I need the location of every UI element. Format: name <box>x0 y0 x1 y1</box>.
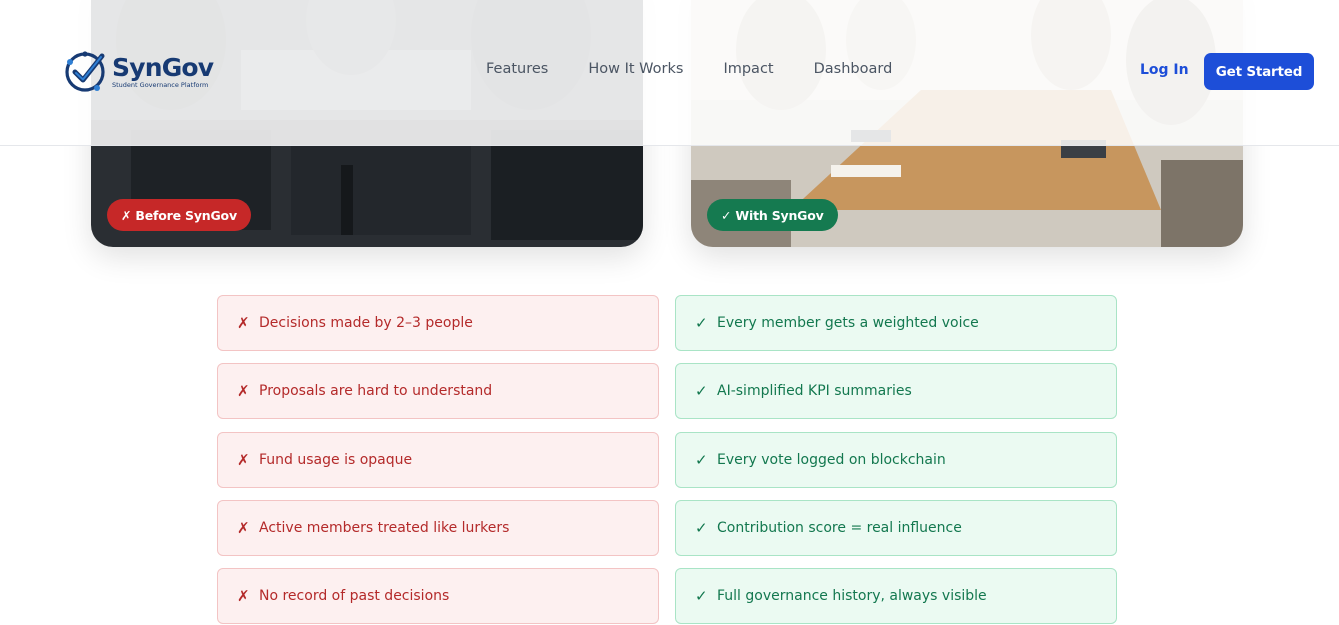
before-item-text: Fund usage is opaque <box>259 452 413 468</box>
logo[interactable]: SynGov Student Governance Platform <box>64 48 214 94</box>
before-item-text: Decisions made by 2–3 people <box>259 315 473 331</box>
before-item-text: No record of past decisions <box>259 588 450 604</box>
after-item-text: Contribution score = real influence <box>717 520 962 536</box>
before-item: ✗ Active members treated like lurkers <box>217 500 659 556</box>
after-item: ✓ Every member gets a weighted voice <box>675 295 1117 351</box>
top-navbar: SynGov Student Governance Platform Featu… <box>0 0 1339 146</box>
after-item: ✓ Every vote logged on blockchain <box>675 432 1117 488</box>
checkmark-globe-icon <box>65 51 105 92</box>
after-item: ✓ Full governance history, always visibl… <box>675 568 1117 624</box>
logo-name: SynGov <box>112 52 214 82</box>
check-icon: ✓ <box>695 519 708 537</box>
before-item-text: Active members treated like lurkers <box>259 520 510 536</box>
get-started-button[interactable]: Get Started <box>1204 53 1314 90</box>
check-icon: ✓ <box>695 382 708 400</box>
cross-icon: ✗ <box>237 314 250 332</box>
check-icon: ✓ <box>695 451 708 469</box>
login-link[interactable]: Log In <box>1140 62 1189 78</box>
after-badge: ✓ With SynGov <box>707 199 838 231</box>
logo-tagline: Student Governance Platform <box>112 80 209 89</box>
before-badge: ✗ Before SynGov <box>107 199 251 231</box>
nav-features[interactable]: Features <box>486 61 548 77</box>
cross-icon: ✗ <box>237 587 250 605</box>
after-item-text: AI-simplified KPI summaries <box>717 383 912 399</box>
before-item: ✗ Fund usage is opaque <box>217 432 659 488</box>
main-nav: Features How It Works Impact Dashboard <box>486 61 932 77</box>
after-item: ✓ Contribution score = real influence <box>675 500 1117 556</box>
before-item-text: Proposals are hard to understand <box>259 383 493 399</box>
nav-dashboard[interactable]: Dashboard <box>814 61 893 77</box>
before-item: ✗ No record of past decisions <box>217 568 659 624</box>
after-item-text: Full governance history, always visible <box>717 588 987 604</box>
check-icon: ✓ <box>695 587 708 605</box>
nav-how-it-works[interactable]: How It Works <box>588 61 683 77</box>
cross-icon: ✗ <box>237 382 250 400</box>
cross-icon: ✗ <box>237 519 250 537</box>
cross-icon: ✗ <box>237 451 250 469</box>
check-icon: ✓ <box>695 314 708 332</box>
after-item-text: Every member gets a weighted voice <box>717 315 979 331</box>
nav-impact[interactable]: Impact <box>723 61 773 77</box>
before-item: ✗ Decisions made by 2–3 people <box>217 295 659 351</box>
after-item: ✓ AI-simplified KPI summaries <box>675 363 1117 419</box>
before-item: ✗ Proposals are hard to understand <box>217 363 659 419</box>
after-item-text: Every vote logged on blockchain <box>717 452 946 468</box>
